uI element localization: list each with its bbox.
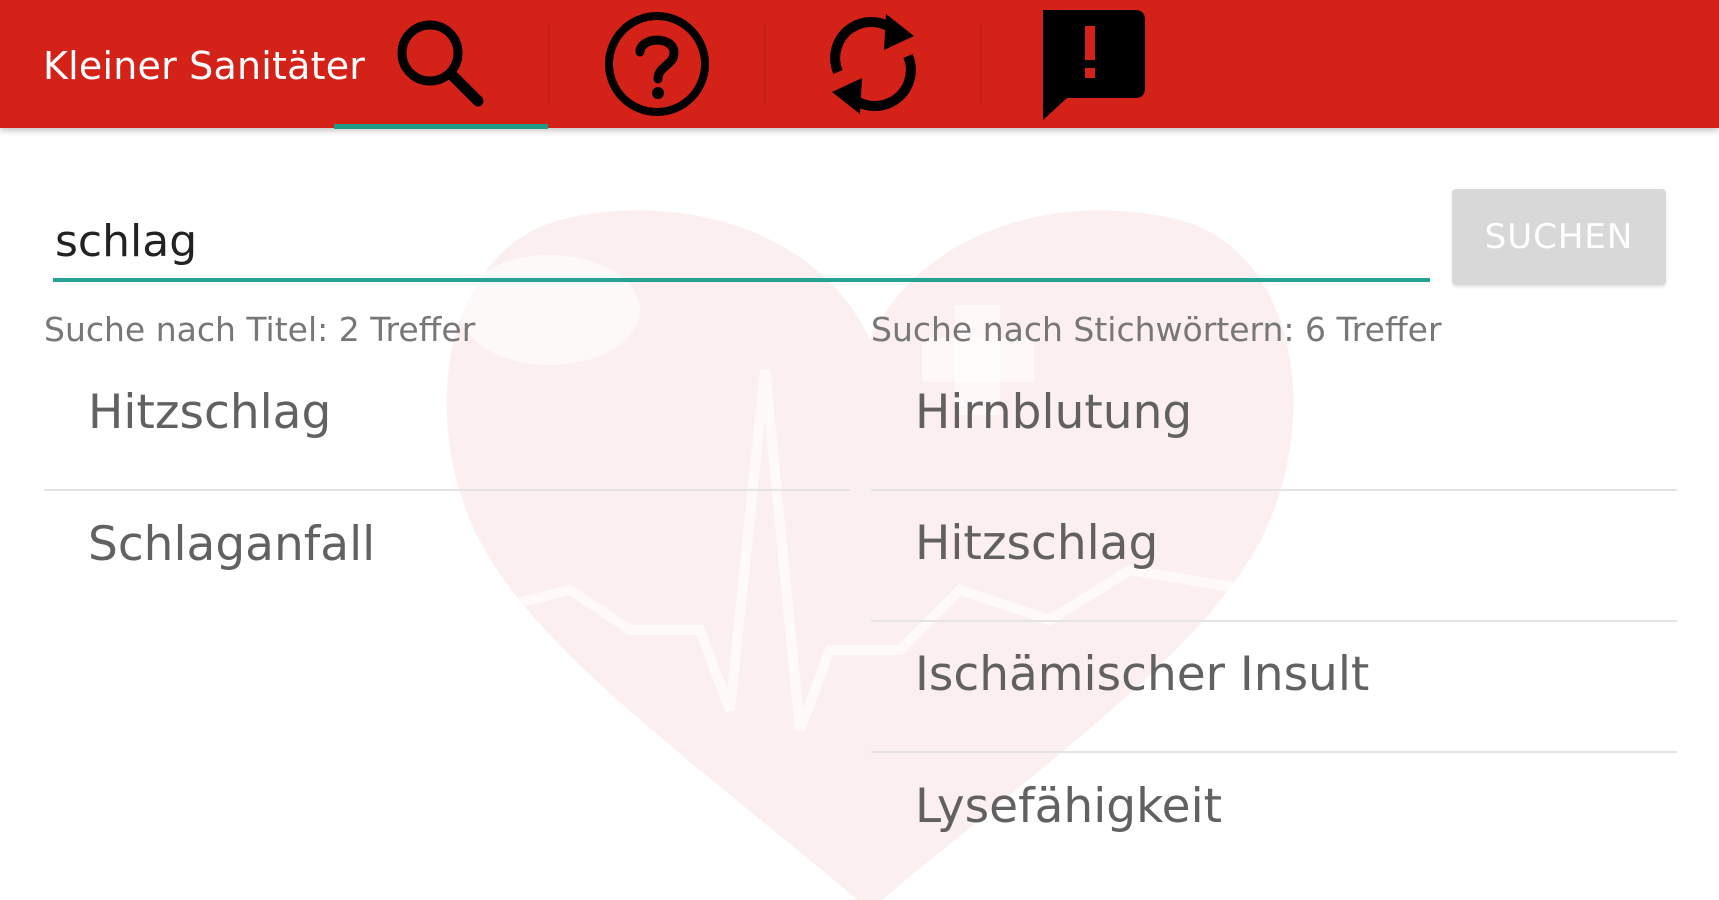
list-item[interactable]: Hitzschlag bbox=[871, 491, 1677, 622]
list-item-label: Schlaganfall bbox=[88, 517, 376, 572]
tab-indicator bbox=[334, 124, 548, 129]
list-item-label: Hirnblutung bbox=[915, 385, 1193, 440]
toolbar: Kleiner Sanitäter bbox=[0, 0, 1719, 129]
keyword-results-count: Suche nach Stichwörtern: 6 Treffer bbox=[871, 310, 1442, 349]
title-results-count: Suche nach Titel: 2 Treffer bbox=[44, 310, 476, 349]
title-results-list: Hitzschlag Schlaganfall bbox=[44, 360, 850, 622]
list-item[interactable]: Schlaganfall bbox=[44, 491, 850, 622]
list-item[interactable]: Hitzschlag bbox=[44, 360, 850, 491]
list-item-label: Hitzschlag bbox=[88, 385, 332, 440]
search-button[interactable]: SUCHEN bbox=[1452, 189, 1666, 285]
sync-icon bbox=[830, 14, 916, 114]
keyword-results-list: Hirnblutung Hitzschlag Ischämischer Insu… bbox=[871, 360, 1677, 884]
list-item[interactable]: Lysefähigkeit bbox=[871, 753, 1677, 884]
tab-sync[interactable] bbox=[766, 0, 980, 128]
app-title: Kleiner Sanitäter bbox=[43, 44, 366, 88]
tab-search[interactable] bbox=[334, 0, 548, 128]
list-item[interactable]: Ischämischer Insult bbox=[871, 622, 1677, 753]
tab-help[interactable] bbox=[550, 0, 764, 128]
app-root: Kleiner Sanitäter schlag SUCHEN Suche na… bbox=[0, 0, 1719, 900]
list-item-label: Ischämischer Insult bbox=[915, 647, 1370, 702]
list-item-label: Lysefähigkeit bbox=[915, 779, 1223, 834]
search-input[interactable] bbox=[53, 210, 1430, 282]
list-item[interactable]: Hirnblutung bbox=[871, 360, 1677, 491]
tab-feedback[interactable] bbox=[982, 0, 1196, 128]
help-icon bbox=[605, 12, 709, 116]
list-item-label: Hitzschlag bbox=[915, 516, 1159, 571]
feedback-icon bbox=[1043, 10, 1145, 120]
search-icon bbox=[397, 20, 484, 107]
